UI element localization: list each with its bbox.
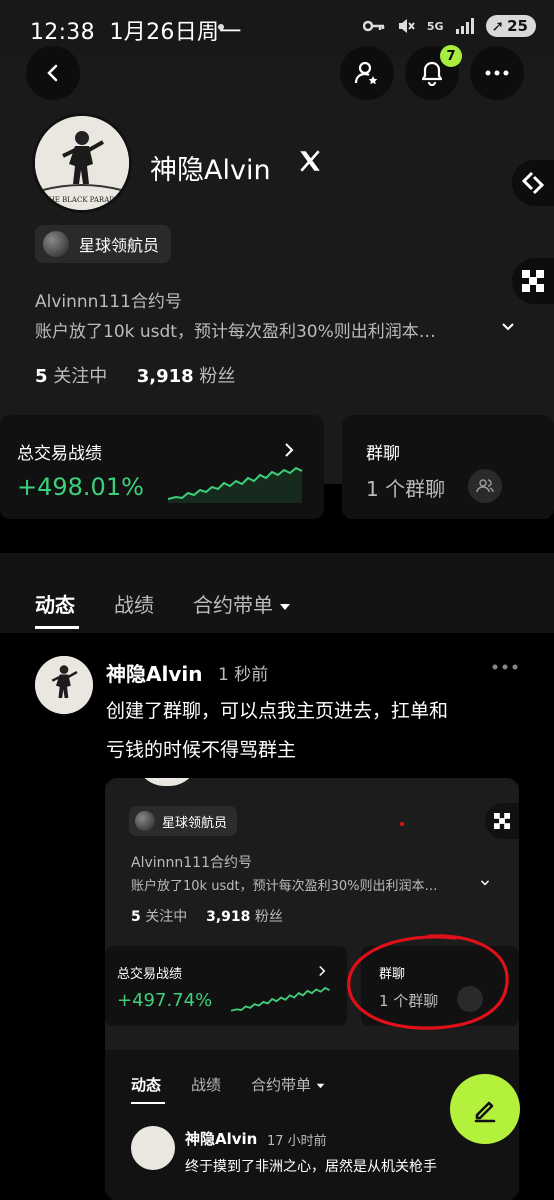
group-chat-card[interactable]: 群聊 1 个群聊 [342,415,554,519]
embedded-title-badge-label: 星球领航员 [162,815,228,831]
embedded-chevron-right-icon [319,965,326,977]
profile-handle: Alvinnn111合约号 [35,292,182,312]
qr-icon [522,270,544,292]
edit-icon [474,1101,496,1123]
title-badge[interactable]: 星球领航员 [35,225,172,263]
x-logo-icon[interactable] [297,148,323,174]
chevron-down-icon[interactable] [500,320,516,334]
post-author[interactable]: 神隐Alvin [106,658,202,687]
status-bar: 12:38 1月26日周一 5G ➚ 25 [0,0,554,54]
add-friend-icon [354,61,378,85]
post-text-line2: 亏钱的时候不得骂群主 [106,739,297,761]
embedded-red-dot [400,822,404,826]
embedded-qr-button [485,803,519,839]
embedded-following-count: 5 [131,909,141,925]
signal-icon [455,18,474,34]
embedded-avatar [135,778,199,786]
embedded-sparkline [231,986,330,1012]
more-icon [485,70,509,76]
red-circle-annotation [347,934,509,1030]
embedded-followers-count: 3,918 [206,909,251,925]
title-badge-label: 星球领航员 [79,236,160,255]
embedded-tab-performance: 战绩 [191,1076,222,1094]
notification-badge: 7 [440,45,462,67]
tab-performance[interactable]: 战绩 [114,589,154,618]
embedded-title-badge: 星球领航员 [129,806,238,836]
post-avatar[interactable] [35,656,93,714]
group-title: 群聊 [366,444,400,464]
embedded-caret-down-icon [316,1083,325,1089]
add-friend-button[interactable] [340,46,394,100]
stats-title: 总交易战绩 [17,444,102,464]
embedded-bio: 账户放了10k usdt，预计每次盈利30%则出利润本… [131,879,438,894]
avatar-illustration: THE BLACK PARADE [35,116,129,210]
tab-feed[interactable]: 动态 [35,589,75,618]
followers-label[interactable]: 粉丝 [199,366,235,387]
battery-icon: ➚ [491,17,505,35]
back-button[interactable] [26,46,80,100]
embedded-post-avatar [131,1126,175,1170]
embedded-planet-icon [135,811,155,831]
group-icon [476,479,494,493]
post-text-line1: 创建了群聊，可以点我主页进去，扛单和 [106,700,449,722]
profile-bio: 账户放了10k usdt，预计每次盈利30%则出利润本… [35,322,436,342]
post-more-icon[interactable] [492,664,518,670]
share-icon [521,171,545,195]
bell-icon [421,61,443,86]
qr-button[interactable] [512,258,554,304]
embedded-stats-title: 总交易战绩 [117,967,183,982]
chevron-right-icon [285,443,294,457]
embedded-tab-indicator [131,1102,165,1104]
profile-avatar[interactable]: THE BLACK PARADE [32,113,132,213]
embedded-followers-label: 粉丝 [254,909,283,925]
post-avatar-illustration [35,656,93,714]
tab-active-indicator [35,626,79,629]
battery-indicator: ➚ 25 [485,15,536,37]
more-button[interactable] [470,46,524,100]
caret-down-icon [280,603,291,610]
profile-name: 神隐Alvin [150,155,271,186]
group-value: 1 个群聊 [366,477,446,501]
post-image[interactable]: 星球领航员 Alvinnn111合约号 账户放了10k usdt，预计每次盈利3… [105,778,519,1200]
embedded-following-label: 关注中 [145,909,188,925]
followers-count[interactable]: 3,918 [137,366,194,387]
key-icon [362,20,385,32]
embedded-qr-icon [494,813,510,829]
embedded-post-time: 17 小时前 [267,1134,327,1149]
embedded-post-text: 终于摸到了非洲之心，居然是从机关枪手 [185,1159,437,1175]
planet-icon [43,231,69,257]
tab-copy-trading[interactable]: 合约带单 [193,589,291,618]
mute-icon [398,19,415,33]
following-label[interactable]: 关注中 [53,366,107,387]
embedded-post-author: 神隐Alvin [185,1130,258,1148]
stats-value: +498.01% [17,473,144,501]
embedded-stats-card: 总交易战绩 +497.74% [105,946,347,1026]
stats-sparkline [168,466,303,503]
network-type: 5G [426,19,444,33]
following-count[interactable]: 5 [35,366,48,387]
embedded-handle: Alvinnn111合约号 [131,855,252,871]
embedded-tab-feed: 动态 [131,1076,162,1094]
status-time: 12:38 1月26日周一 [30,20,242,45]
embedded-stats-value: +497.74% [117,990,213,1011]
embedded-follow-stats: 5 关注中 3,918 粉丝 [131,906,283,926]
svg-text:THE BLACK PARADE: THE BLACK PARADE [44,196,120,204]
post-time: 1 秒前 [218,665,269,685]
follow-stats: 5 关注中 3,918 粉丝 [35,362,235,388]
compose-button[interactable] [450,1074,520,1144]
back-icon [47,64,58,82]
status-icons: 5G ➚ 25 [362,15,536,37]
embedded-chevron-down-icon [480,880,490,886]
group-icon-wrap [468,469,502,503]
share-button[interactable] [512,160,554,206]
embedded-tab-copy-trading: 合约带单 [251,1074,325,1095]
trading-stats-card[interactable]: 总交易战绩 +498.01% [0,415,324,519]
notification-dot [218,24,224,30]
